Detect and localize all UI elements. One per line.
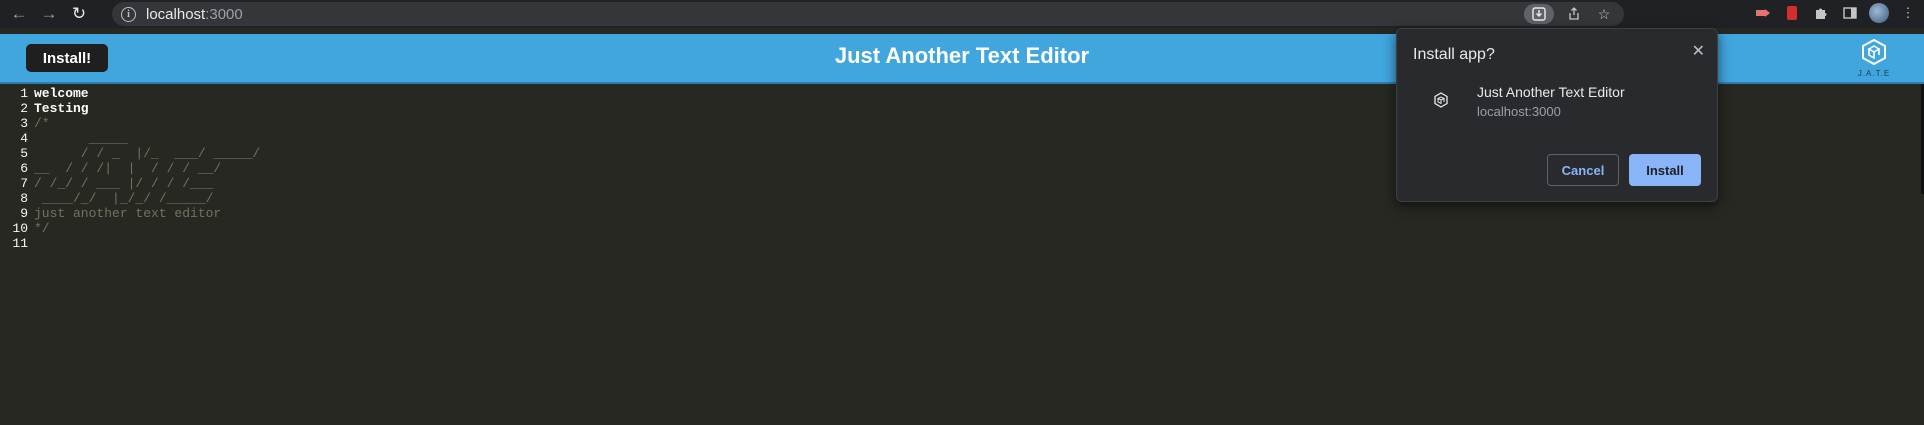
url-port: :3000 (205, 5, 243, 23)
kebab-menu-icon[interactable]: ⋮ (1898, 3, 1918, 23)
app-icon (1434, 92, 1448, 108)
line-number: 7 (20, 176, 28, 191)
line-text[interactable]: welcome (34, 86, 89, 101)
editor-line: 11 (0, 236, 400, 251)
info-icon[interactable]: i (121, 6, 136, 22)
app-logo: J.A.T.E (1852, 38, 1896, 78)
line-number: 1 (20, 86, 28, 101)
dialog-app-name: Just Another Text Editor (1477, 84, 1625, 100)
editor-line: 3 /* (0, 116, 400, 131)
url-text[interactable]: localhost:3000 (146, 6, 243, 23)
reload-icon[interactable]: ↻ (68, 3, 90, 25)
line-number: 10 (12, 221, 28, 236)
bookmark-star-icon[interactable]: ☆ (1594, 4, 1614, 24)
share-icon[interactable] (1564, 4, 1584, 24)
line-number: 11 (12, 236, 28, 251)
forward-arrow-icon[interactable]: → (38, 3, 60, 25)
line-number: 3 (20, 116, 28, 131)
logo-icon (1862, 38, 1886, 66)
extension-red-icon[interactable] (1782, 3, 1802, 23)
editor-line: 5 / / _ |/_ ___/ _____/ (0, 146, 400, 161)
line-text[interactable]: / / _ |/_ ___/ _____/ (34, 146, 260, 161)
line-text[interactable]: just another text editor (34, 206, 221, 221)
line-text[interactable]: _____ (34, 131, 128, 146)
line-text[interactable]: ____/_/ |_/_/ /_____/ (34, 191, 214, 206)
extension-icon[interactable] (1753, 3, 1773, 23)
line-text[interactable]: */ (34, 221, 50, 236)
dialog-title: Install app? (1413, 46, 1495, 63)
cancel-button[interactable]: Cancel (1547, 154, 1619, 186)
line-number: 5 (20, 146, 28, 161)
editor-line: 9 just another text editor (0, 206, 400, 221)
line-text[interactable]: __ / / /| | / / / __/ (34, 161, 221, 176)
sidebar-icon[interactable] (1840, 3, 1860, 23)
close-icon[interactable]: ✕ (1692, 41, 1705, 61)
editor-line: 7 / /_/ / ___ |/ / / /___ (0, 176, 400, 191)
editor-line: 8 ____/_/ |_/_/ /_____/ (0, 191, 400, 206)
editor-line: 6 __ / / /| | / / / __/ (0, 161, 400, 176)
line-text[interactable]: / /_/ / ___ |/ / / /___ (34, 176, 213, 191)
line-number: 2 (20, 101, 28, 116)
line-text[interactable]: Testing (34, 101, 89, 116)
back-arrow-icon[interactable]: ← (8, 3, 30, 25)
line-number: 4 (20, 131, 28, 146)
dialog-app-url: localhost:3000 (1477, 104, 1561, 119)
install-app-dialog: Install app? ✕ Just Another Text Editor … (1396, 28, 1718, 202)
install-app-icon[interactable] (1524, 4, 1554, 24)
address-bar[interactable]: i localhost:3000 ☆ (112, 2, 1624, 26)
editor-line: 4 _____ (0, 131, 400, 146)
line-number: 8 (20, 191, 28, 206)
browser-toolbar: ← → ↻ i localhost:3000 ☆ ⋮ (0, 0, 1924, 28)
line-text[interactable]: /* (34, 116, 50, 131)
editor-line: 2 Testing (0, 101, 400, 116)
logo-text: J.A.T.E (1857, 69, 1891, 78)
line-number: 9 (20, 206, 28, 221)
install-confirm-button[interactable]: Install (1629, 154, 1701, 186)
editor-line: 10 */ (0, 221, 400, 236)
url-host: localhost (146, 5, 206, 23)
editor-line: 1 welcome (0, 86, 400, 101)
profile-avatar[interactable] (1869, 3, 1889, 23)
puzzle-icon[interactable] (1811, 3, 1831, 23)
line-number: 6 (20, 161, 28, 176)
